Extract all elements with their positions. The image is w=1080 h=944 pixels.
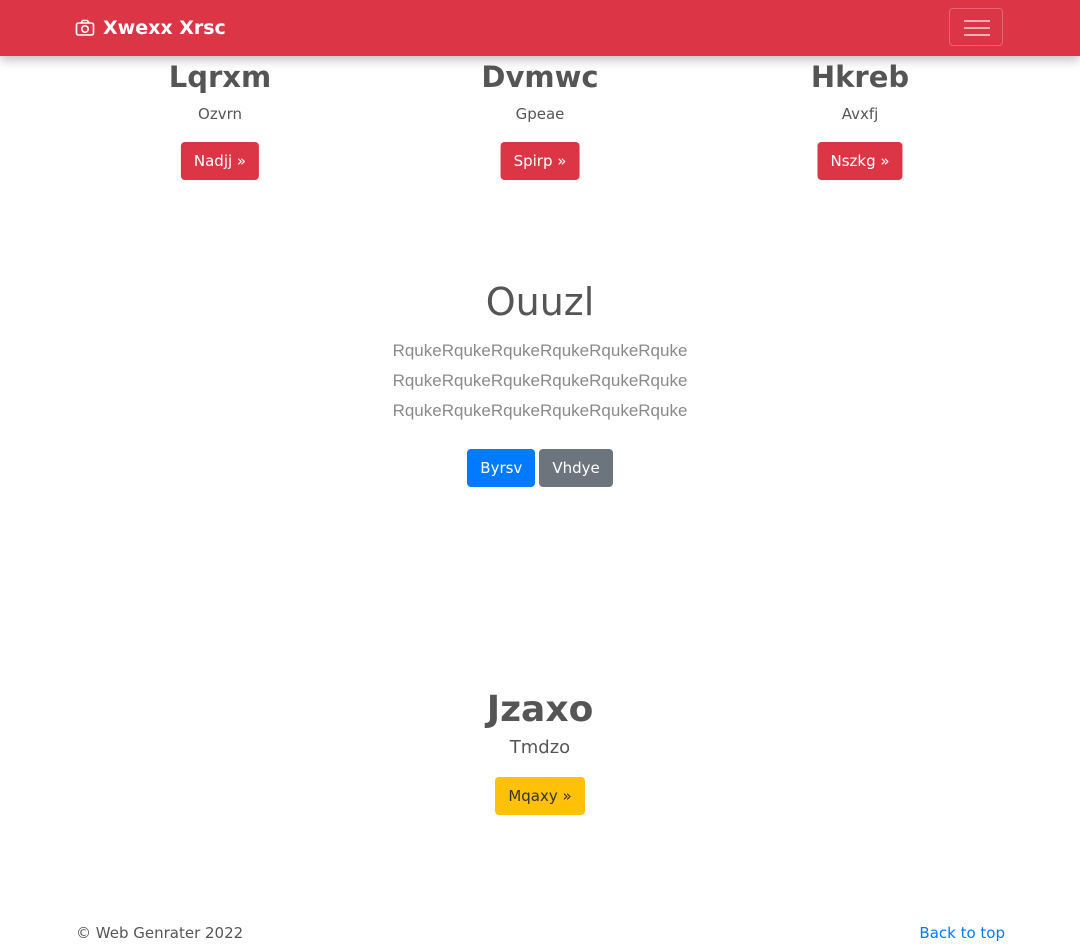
- jumbotron-buttons: Byrsv Vhdye: [0, 449, 1080, 487]
- column-title: Dvmwc: [481, 60, 599, 94]
- hamburger-menu-icon: [964, 20, 990, 22]
- lead-line: RqukeRqukeRqukeRqukeRqukeRquke: [392, 341, 688, 360]
- column-text: Ozvrn: [198, 105, 242, 123]
- secondary-button[interactable]: Vhdye: [539, 449, 613, 487]
- footer-copyright: © Web Genrater 2022: [76, 924, 244, 942]
- feature-button[interactable]: Mqaxy »: [495, 777, 585, 815]
- column-title: Lqrxm: [168, 60, 272, 94]
- column-title: Hkreb: [810, 60, 910, 94]
- jumbotron: Ouuzl RqukeRqukeRqukeRqukeRqukeRquke Rqu…: [0, 278, 1080, 487]
- feature-subheading: Tmdzo: [509, 737, 571, 758]
- hamburger-menu-icon: [964, 27, 990, 29]
- feature-heading: Jzaxo: [486, 689, 594, 730]
- camera-icon: [75, 19, 95, 36]
- navbar-brand[interactable]: Xwexx Xrsc: [75, 16, 226, 40]
- column-button[interactable]: Nszkg »: [817, 142, 903, 180]
- column-text: Gpeae: [515, 105, 565, 123]
- column-text: Avxfj: [841, 105, 879, 123]
- navbar-toggler-button[interactable]: [949, 8, 1003, 46]
- lead-line: RqukeRqukeRqukeRqukeRqukeRquke: [392, 401, 688, 420]
- back-to-top-link[interactable]: Back to top: [919, 922, 1005, 944]
- brand-name: Xwexx Xrsc: [103, 17, 226, 39]
- jumbotron-lead: RqukeRqukeRqukeRqukeRqukeRquke RqukeRquk…: [0, 336, 1080, 426]
- column-button[interactable]: Nadjj »: [180, 142, 260, 180]
- primary-button[interactable]: Byrsv: [467, 449, 536, 487]
- navbar: Xwexx Xrsc: [0, 0, 1080, 56]
- lead-line: RqukeRqukeRqukeRqukeRqukeRquke: [392, 371, 688, 390]
- column-button[interactable]: Spirp »: [500, 142, 580, 180]
- jumbotron-heading: Ouuzl: [485, 280, 595, 324]
- feature-section: Jzaxo Tmdzo Mqaxy »: [0, 687, 1080, 815]
- hamburger-menu-icon: [964, 34, 990, 36]
